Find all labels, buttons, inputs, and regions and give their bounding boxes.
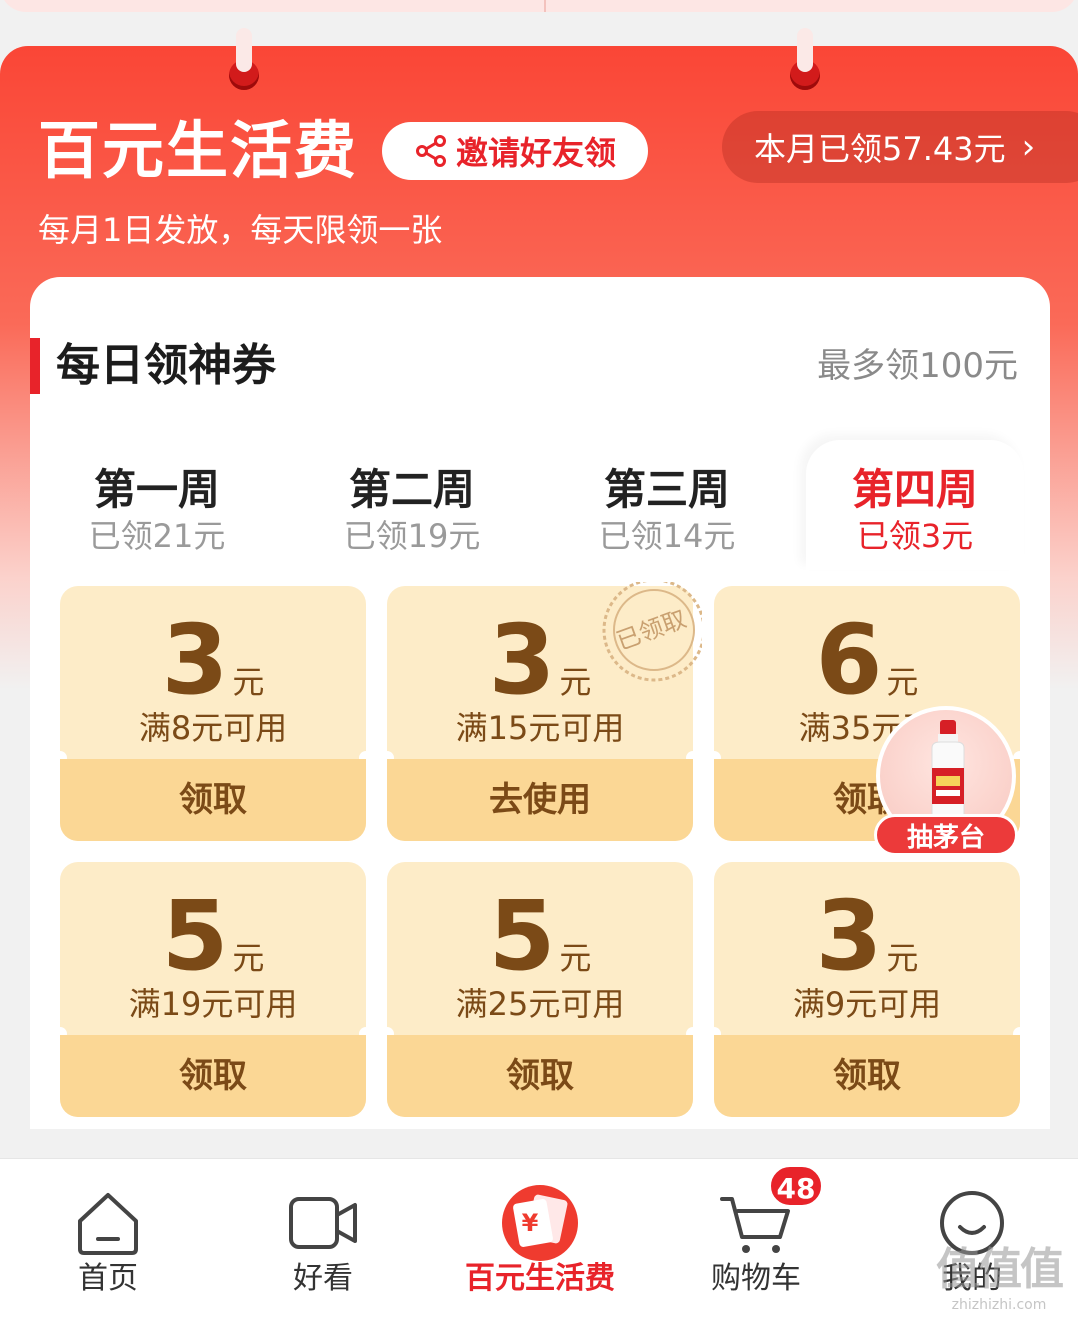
claim-coupon-button[interactable]: 领取 <box>60 759 366 841</box>
tab-week-3-claimed: 已领14元 <box>598 517 736 555</box>
coupon-amount: 3元 <box>60 600 366 720</box>
living-allowance-icon: ¥ <box>502 1185 578 1261</box>
coupon: 5元 满19元可用 领取 <box>60 862 366 1117</box>
coupon-condition: 满15元可用 <box>455 709 625 747</box>
coupon-amount-unit: 元 <box>886 663 919 701</box>
watermark-sub: zhizhizhi.com <box>951 1297 1047 1313</box>
nav-item-videos[interactable]: 好看 <box>243 1179 403 1309</box>
claim-coupon-button[interactable]: 领取 <box>714 1035 1020 1117</box>
tab-week-1[interactable]: 第一周 已领21元 <box>32 440 282 570</box>
cart-count-badge: 48 <box>768 1164 824 1208</box>
binder-ring-left <box>229 28 259 90</box>
nav-item-home[interactable]: 首页 <box>28 1179 188 1309</box>
home-icon <box>78 1193 138 1255</box>
coupon-amount-unit: 元 <box>559 939 592 977</box>
binder-ring-right <box>790 28 820 90</box>
coupon-amount-value: 3 <box>161 604 229 716</box>
watermark: 值值值 zhizhizhi.com <box>926 1244 1072 1324</box>
coupon-amount-value: 3 <box>815 880 883 992</box>
coupon-amount-unit: 元 <box>886 939 919 977</box>
coupon-condition: 满9元可用 <box>792 985 942 1023</box>
nav-label-allowance: 百元生活费 <box>465 1261 615 1296</box>
tab-week-4[interactable]: 第四周 已领3元 <box>806 440 1024 570</box>
coupon-amount-value: 3 <box>488 604 556 716</box>
monthly-claimed-link[interactable]: 本月已领57.43元 › <box>722 111 1078 183</box>
moutai-bottle-icon <box>931 720 965 821</box>
use-coupon-button[interactable]: 去使用 <box>387 759 693 841</box>
nav-label-cart: 购物车 <box>711 1261 801 1296</box>
tab-week-2[interactable]: 第二周 已领19元 <box>287 440 537 570</box>
coupon-amount-value: 6 <box>815 604 883 716</box>
coupon-amount-value: 5 <box>161 880 229 992</box>
tab-week-2-name: 第二周 <box>348 465 475 514</box>
divider <box>544 0 546 12</box>
coupon-amount: 5元 <box>60 876 366 996</box>
share-icon <box>415 135 446 167</box>
section-title: 每日领神券 <box>56 340 276 391</box>
section-max-note: 最多领100元 <box>817 346 1018 386</box>
claim-coupon-button[interactable]: 领取 <box>387 1035 693 1117</box>
previous-card-edge <box>0 0 1078 20</box>
monthly-claimed-text: 本月已领57.43元 <box>754 130 1006 168</box>
coupon-amount: 5元 <box>387 876 693 996</box>
coupon-amount-value: 5 <box>488 880 556 992</box>
coupon-condition: 满8元可用 <box>138 709 288 747</box>
claimed-stamp-text: 已领取 <box>613 605 690 656</box>
coupon-amount-unit: 元 <box>232 939 265 977</box>
coupon-condition: 满25元可用 <box>455 985 625 1023</box>
coupon-amount-unit: 元 <box>232 663 265 701</box>
tab-week-1-name: 第一周 <box>93 465 220 514</box>
invite-friends-button[interactable]: 邀请好友领 <box>382 122 648 180</box>
page-title: 百元生活费 <box>38 114 359 187</box>
chevron-right-icon: › <box>1021 127 1036 167</box>
svg-text:¥: ¥ <box>522 1209 539 1237</box>
moutai-lottery-label: 抽茅台 <box>874 814 1018 856</box>
claim-coupon-button[interactable]: 领取 <box>60 1035 366 1117</box>
previous-card <box>0 0 1078 12</box>
tab-week-3[interactable]: 第三周 已领14元 <box>542 440 792 570</box>
tab-week-2-claimed: 已领19元 <box>343 517 481 555</box>
tab-week-4-name: 第四周 <box>851 465 978 514</box>
coupon-amount: 3元 <box>714 876 1020 996</box>
claimed-stamp: 已领取 <box>602 582 702 682</box>
coupon-amount: 6元 <box>714 600 1020 720</box>
coupon: 5元 满25元可用 领取 <box>387 862 693 1117</box>
coupon: 3元 满8元可用 领取 <box>60 586 366 841</box>
invite-label: 邀请好友领 <box>455 134 616 172</box>
tab-week-3-name: 第三周 <box>603 465 730 514</box>
coupon: 3元 满9元可用 领取 <box>714 862 1020 1117</box>
watermark-main: 值值值 <box>936 1244 1064 1295</box>
tab-week-1-claimed: 已领21元 <box>88 517 226 555</box>
section-accent-bar <box>30 338 40 394</box>
nav-item-allowance[interactable]: ¥ 百元生活费 <box>460 1179 620 1309</box>
moutai-lottery-badge[interactable]: 抽茅台 <box>874 706 1020 856</box>
nav-label-videos: 好看 <box>293 1261 353 1296</box>
tab-week-4-claimed: 已领3元 <box>856 517 974 555</box>
page-subtitle: 每月1日发放，每天限领一张 <box>38 211 443 249</box>
bottom-navigation: 首页 好看 ¥ 百元生活费 购物车 我的 <box>0 1158 1078 1326</box>
video-icon <box>289 1197 357 1249</box>
nav-label-home: 首页 <box>78 1261 138 1296</box>
coupon-condition: 满19元可用 <box>128 985 298 1023</box>
